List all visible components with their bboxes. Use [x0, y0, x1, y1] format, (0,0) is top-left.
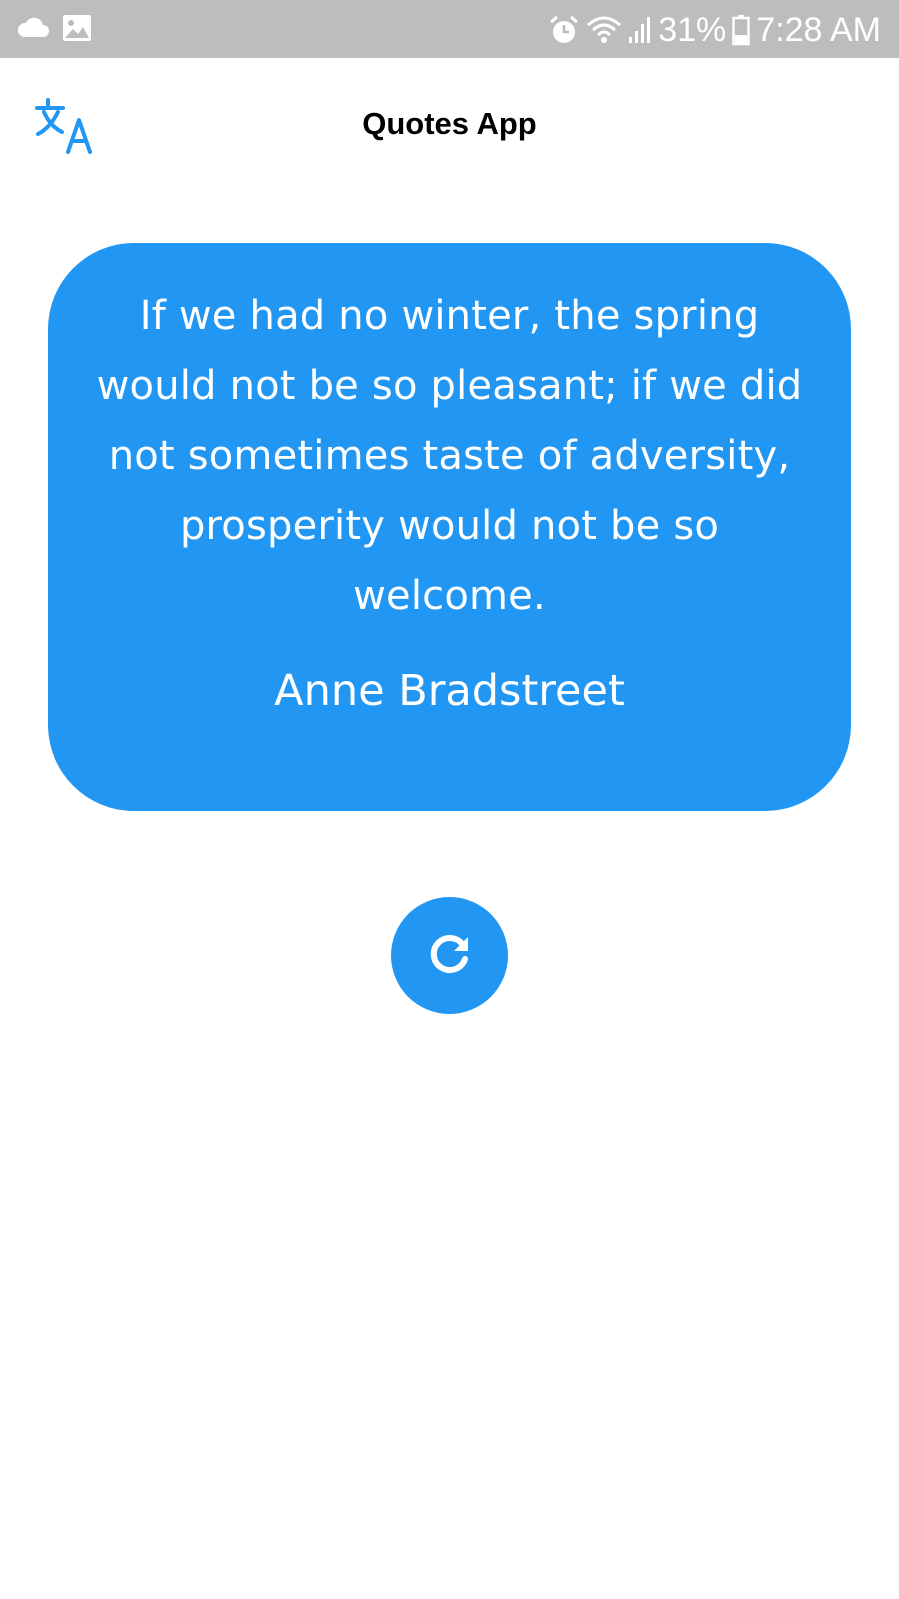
signal-icon — [628, 15, 652, 45]
refresh-button[interactable] — [391, 897, 508, 1014]
refresh-icon — [425, 929, 475, 983]
cloud-icon — [16, 17, 50, 39]
status-time: 7:28 AM — [756, 10, 881, 49]
battery-icon — [732, 14, 750, 46]
quote-author: Anne Bradstreet — [274, 666, 625, 716]
status-left-icons — [16, 14, 92, 42]
alarm-icon — [548, 14, 580, 46]
image-icon — [62, 14, 92, 42]
app-title: Quotes App — [362, 106, 537, 141]
quotes-screen: 31% 7:28 AM Quotes App If we had no wint… — [0, 0, 899, 1599]
battery-percent: 31% — [658, 10, 727, 49]
quote-card: If we had no winter, the spring would no… — [48, 243, 851, 811]
translate-icon — [34, 98, 98, 160]
status-bar: 31% 7:28 AM — [0, 0, 899, 58]
quote-text: If we had no winter, the spring would no… — [96, 293, 803, 619]
status-right-icons: 31% 7:28 AM — [548, 8, 881, 52]
wifi-icon — [586, 15, 622, 45]
app-bar: Quotes App — [0, 58, 899, 188]
